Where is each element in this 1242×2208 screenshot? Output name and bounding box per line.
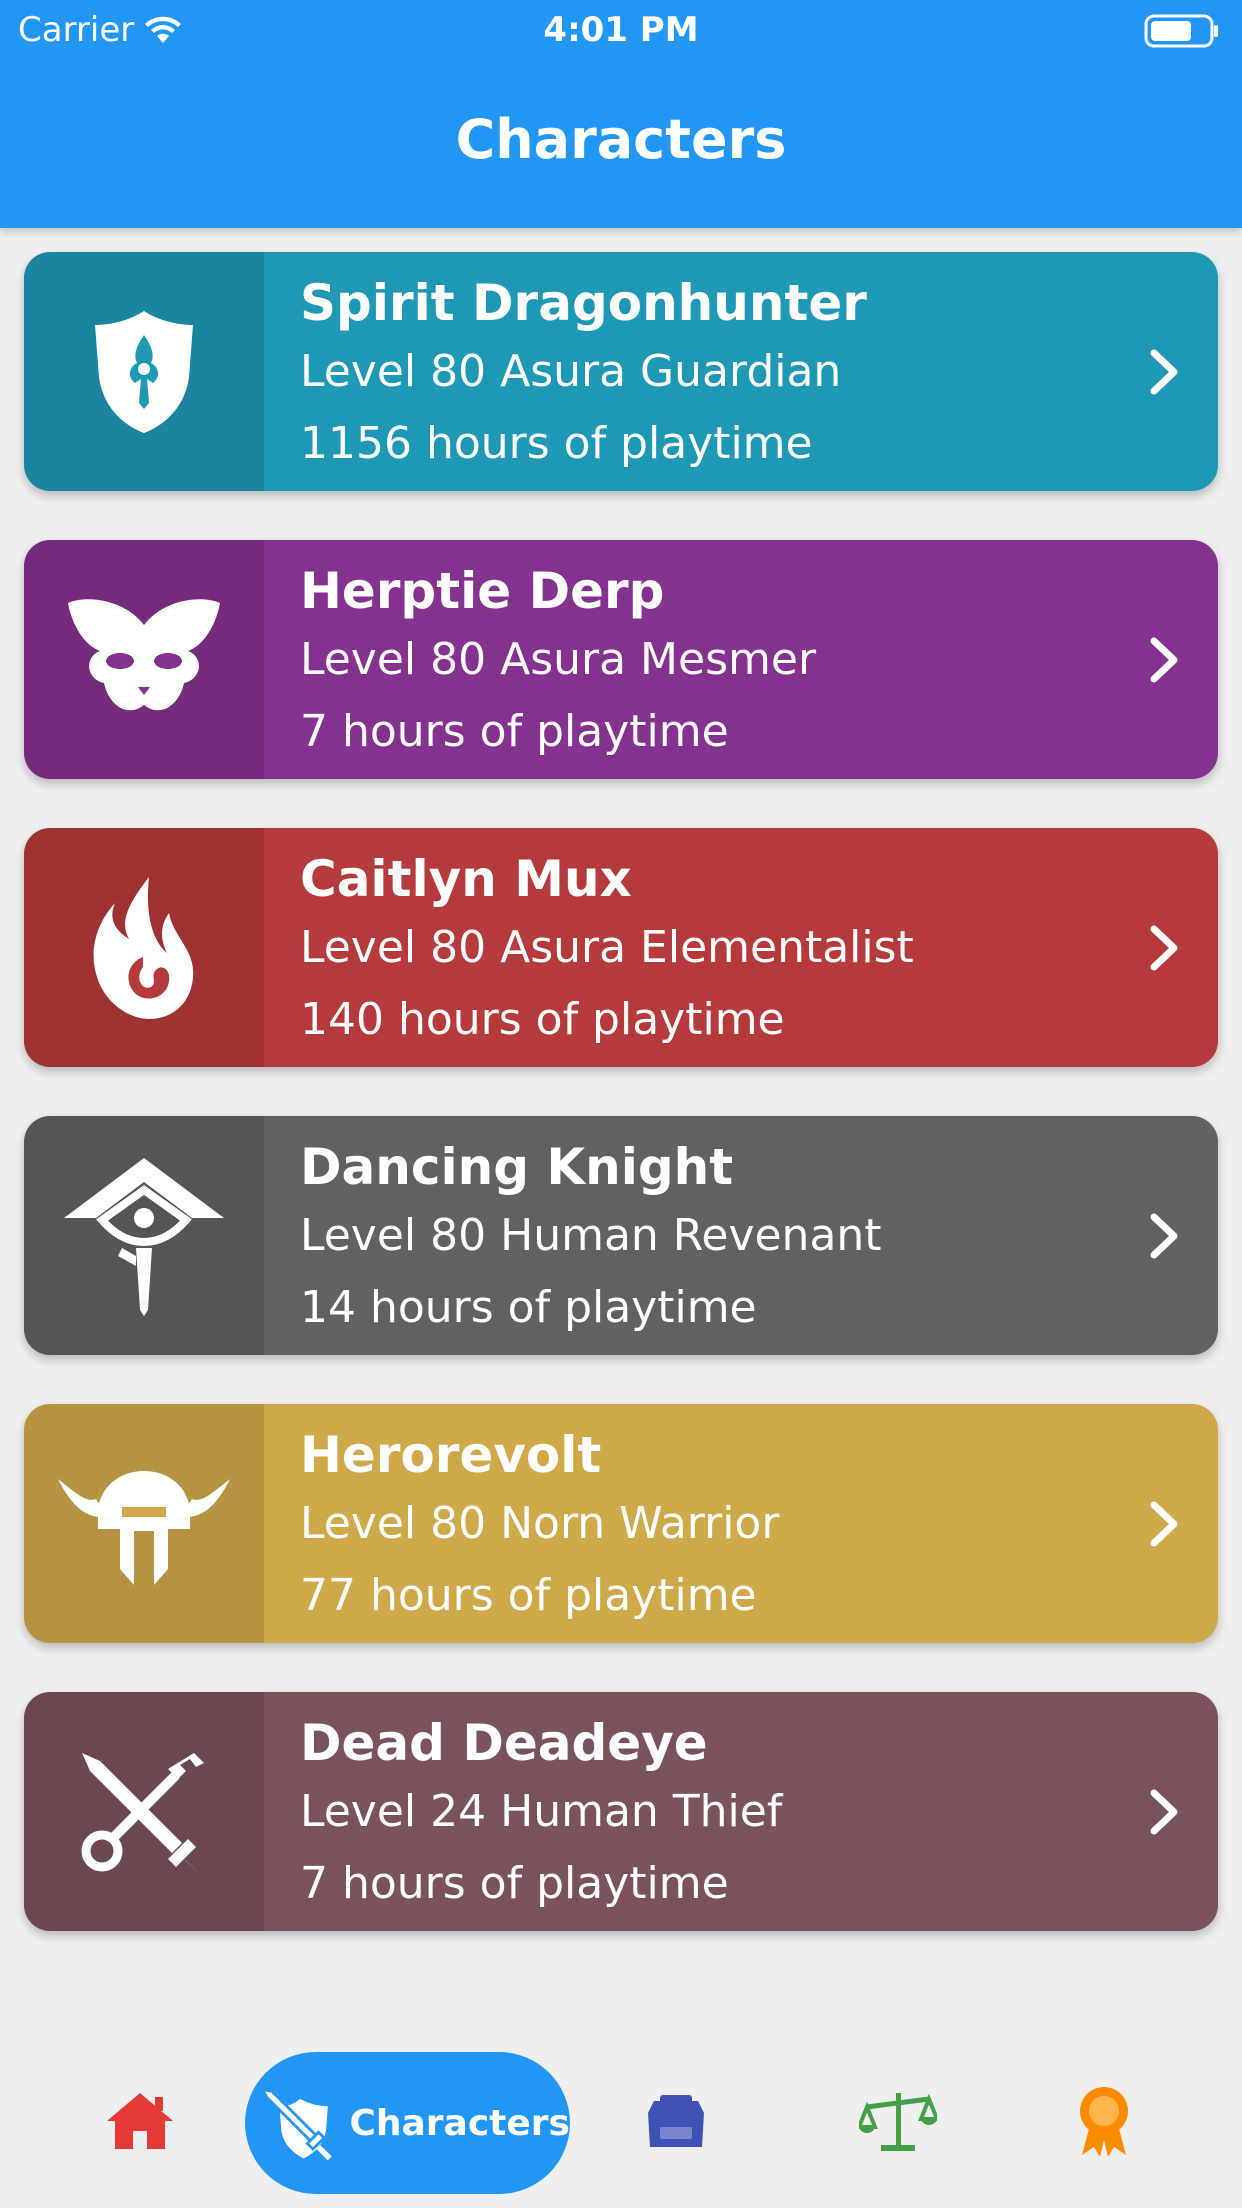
bottom-navigation: Characters (0, 2030, 1242, 2208)
character-playtime: 140 hours of playtime (300, 994, 785, 1045)
character-level: Level 80 Human Revenant (300, 1210, 882, 1261)
status-bar: Carrier 4:01 PM (0, 0, 1242, 62)
character-level: Level 80 Norn Warrior (300, 1498, 780, 1549)
chevron-right-icon (1150, 1501, 1178, 1546)
character-level: Level 24 Human Thief (300, 1786, 783, 1837)
chevron-right-icon (1150, 1213, 1178, 1258)
chevron-right-icon (1150, 1789, 1178, 1834)
thief-dagger-key-icon (81, 1752, 204, 1875)
character-name: Dancing Knight (300, 1138, 734, 1196)
character-card[interactable]: Herorevolt Level 80 Norn Warrior 77 hour… (24, 1404, 1218, 1643)
character-card[interactable]: Herptie Derp Level 80 Asura Mesmer 7 hou… (24, 540, 1218, 779)
character-playtime: 77 hours of playtime (300, 1570, 757, 1621)
bag-icon (648, 2095, 704, 2147)
top-app-bar: Carrier 4:01 PM Characters (0, 0, 1242, 228)
award-icon (1080, 2087, 1128, 2157)
character-name: Herptie Derp (300, 562, 665, 620)
character-card[interactable]: Dead Deadeye Level 24 Human Thief 7 hour… (24, 1692, 1218, 1931)
character-name: Dead Deadeye (300, 1714, 708, 1772)
page-title: Characters (455, 108, 787, 171)
tab-characters[interactable]: Characters (245, 2052, 570, 2194)
character-name: Herorevolt (300, 1426, 602, 1484)
character-playtime: 7 hours of playtime (300, 1858, 729, 1909)
character-level: Level 80 Asura Mesmer (300, 634, 817, 685)
character-card[interactable]: Caitlyn Mux Level 80 Asura Elementalist … (24, 828, 1218, 1067)
tab-trading[interactable] (848, 2076, 948, 2166)
warrior-helm-icon (58, 1470, 230, 1585)
character-name: Spirit Dragonhunter (300, 274, 867, 332)
mesmer-mask-icon (68, 598, 220, 710)
tab-achievements[interactable] (1054, 2076, 1154, 2166)
scales-icon (859, 2093, 937, 2151)
character-card[interactable]: Spirit Dragonhunter Level 80 Asura Guard… (24, 252, 1218, 491)
character-playtime: 14 hours of playtime (300, 1282, 757, 1333)
tab-home[interactable] (90, 2076, 190, 2166)
character-level: Level 80 Asura Guardian (300, 346, 842, 397)
status-time: 4:01 PM (543, 10, 699, 50)
chevron-right-icon (1150, 349, 1178, 394)
guardian-shield-icon (95, 310, 193, 433)
chevron-right-icon (1150, 637, 1178, 682)
character-playtime: 1156 hours of playtime (300, 418, 813, 469)
sword-shield-icon (260, 2087, 332, 2161)
battery-icon (1144, 14, 1218, 48)
elementalist-flame-icon (93, 876, 194, 1019)
home-icon (107, 2093, 173, 2149)
tab-bank[interactable] (626, 2076, 726, 2166)
character-playtime: 7 hours of playtime (300, 706, 729, 757)
chevron-right-icon (1150, 925, 1178, 970)
tab-characters-label: Characters (349, 2102, 570, 2144)
character-card[interactable]: Dancing Knight Level 80 Human Revenant 1… (24, 1116, 1218, 1355)
revenant-sigil-icon (64, 1157, 224, 1316)
character-level: Level 80 Asura Elementalist (300, 922, 914, 973)
character-name: Caitlyn Mux (300, 850, 632, 908)
